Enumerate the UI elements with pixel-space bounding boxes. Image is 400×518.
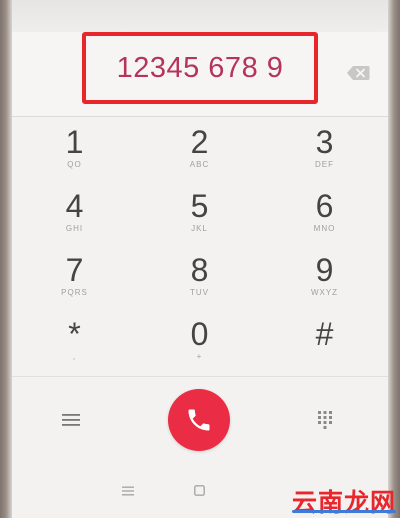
key-letters: PQRS: [61, 288, 88, 297]
key-digit: 1: [65, 124, 84, 160]
backspace-icon[interactable]: [346, 65, 370, 81]
key-letters: DEF: [315, 160, 334, 169]
key-digit: 6: [315, 188, 334, 224]
number-display-area: 12345 678 9: [12, 32, 388, 117]
call-button[interactable]: [168, 389, 230, 451]
dialed-number: 12345 678 9: [82, 32, 318, 104]
nav-home-icon[interactable]: [194, 485, 205, 496]
key-digit: 7: [65, 252, 84, 288]
watermark-underline: [291, 510, 396, 513]
key-letters: +: [196, 352, 203, 361]
key-digit: 5: [190, 188, 209, 224]
key-digit: 4: [65, 188, 84, 224]
key-letters: TUV: [190, 288, 209, 297]
key-letters: GHI: [65, 224, 84, 233]
key-1[interactable]: 1 QO: [12, 117, 137, 181]
key-8[interactable]: 8 TUV: [137, 245, 262, 309]
key-digit: 9: [315, 252, 334, 288]
key-letters: MNO: [313, 224, 336, 233]
key-letters: ABC: [189, 160, 210, 169]
key-digit: 2: [190, 124, 209, 160]
key-star[interactable]: * ,: [12, 309, 137, 373]
key-letters: JKL: [191, 224, 208, 233]
key-7[interactable]: 7 PQRS: [12, 245, 137, 309]
key-4[interactable]: 4 GHI: [12, 181, 137, 245]
dialpad-icon[interactable]: [318, 411, 332, 429]
key-letters: QO: [67, 160, 82, 169]
nav-menu-icon[interactable]: [122, 486, 134, 496]
phone-photo: 12345 678 9 1 QO 2 ABC 3 DEF 4 GHI 5 JKL…: [0, 0, 400, 518]
key-letters: ,: [72, 352, 77, 361]
status-strip: [12, 0, 388, 32]
dialer-action-bar: [12, 376, 388, 457]
watermark-logo: 云南龙网: [291, 486, 396, 517]
menu-icon[interactable]: [62, 413, 80, 427]
dialer-screen: 12345 678 9 1 QO 2 ABC 3 DEF 4 GHI 5 JKL…: [12, 0, 388, 518]
key-3[interactable]: 3 DEF: [262, 117, 387, 181]
key-digit: 3: [315, 124, 334, 160]
key-digit: *: [68, 316, 81, 352]
phone-icon: [188, 409, 210, 431]
key-2[interactable]: 2 ABC: [137, 117, 262, 181]
key-6[interactable]: 6 MNO: [262, 181, 387, 245]
key-9[interactable]: 9 WXYZ: [262, 245, 387, 309]
key-hash[interactable]: #: [262, 309, 387, 373]
key-digit: 8: [190, 252, 209, 288]
key-5[interactable]: 5 JKL: [137, 181, 262, 245]
key-0[interactable]: 0 +: [137, 309, 262, 373]
dial-keypad: 1 QO 2 ABC 3 DEF 4 GHI 5 JKL 6 MNO 7 PQR…: [12, 117, 388, 373]
key-letters: WXYZ: [310, 288, 339, 297]
key-digit: #: [315, 316, 334, 352]
key-digit: 0: [190, 316, 209, 352]
